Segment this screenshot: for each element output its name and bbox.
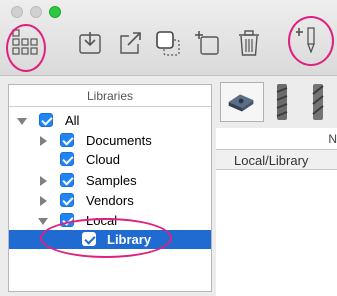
checkbox[interactable] [60, 133, 74, 147]
tree-item-label: Library [107, 232, 152, 247]
library-path-label: Local/Library [234, 153, 309, 168]
minimize-window-button[interactable] [30, 6, 42, 18]
tree-item-library[interactable]: Library [9, 230, 211, 249]
tool-thumbnail-insert[interactable] [220, 82, 264, 122]
column-header-name[interactable]: N [328, 132, 337, 146]
disclosure-triangle-icon[interactable] [40, 136, 47, 146]
new-tool-icon[interactable] [296, 27, 322, 53]
import-icon[interactable] [77, 30, 103, 56]
disclosure-triangle-icon[interactable] [40, 176, 47, 186]
tree-item-label: Local [86, 213, 118, 228]
tool-thumbnail-drill[interactable] [308, 82, 328, 122]
tree-item-label: Vendors [86, 193, 134, 208]
zoom-window-button[interactable] [49, 6, 61, 18]
app-window: Libraries All Documents Cloud Samples Ve… [0, 0, 337, 296]
content-pane: N Local/Library [216, 78, 337, 296]
tree-item-vendors[interactable]: Vendors [9, 191, 211, 210]
tree-item-local[interactable]: Local [9, 211, 211, 230]
checkbox[interactable] [60, 193, 74, 207]
tree-item-samples[interactable]: Samples [9, 171, 211, 190]
tool-thumbnails [216, 78, 337, 124]
libraries-sidebar: Libraries All Documents Cloud Samples Ve… [8, 84, 212, 292]
disclosure-triangle-icon[interactable] [40, 196, 47, 206]
tool-list [216, 170, 337, 296]
sidebar-header: Libraries [9, 85, 211, 107]
checkbox[interactable] [60, 213, 74, 227]
trash-icon[interactable] [236, 30, 262, 56]
new-item-icon[interactable] [195, 30, 221, 56]
checkbox[interactable] [60, 152, 74, 166]
tree-item-label: Documents [86, 133, 152, 148]
toolbar [0, 0, 337, 76]
tree-item-label: All [65, 113, 80, 128]
tree-item-label: Cloud [86, 152, 120, 167]
checkbox[interactable] [82, 232, 96, 246]
tree-item-label: Samples [86, 173, 137, 188]
disclosure-triangle-icon[interactable] [17, 118, 27, 125]
disclosure-triangle-icon[interactable] [38, 218, 48, 225]
close-window-button[interactable] [11, 6, 23, 18]
export-icon[interactable] [117, 30, 143, 56]
tool-thumbnail-endmill[interactable] [272, 82, 292, 122]
checkbox[interactable] [60, 173, 74, 187]
tree-item-all[interactable]: All [9, 111, 211, 130]
toggle-libraries-grid-icon[interactable] [12, 29, 38, 55]
list-header: N [216, 128, 337, 150]
checkbox[interactable] [39, 113, 53, 127]
tree-item-documents[interactable]: Documents [9, 131, 211, 150]
duplicate-icon[interactable] [155, 30, 181, 56]
tree-item-cloud[interactable]: Cloud [9, 150, 211, 169]
path-header: Local/Library [216, 150, 337, 170]
